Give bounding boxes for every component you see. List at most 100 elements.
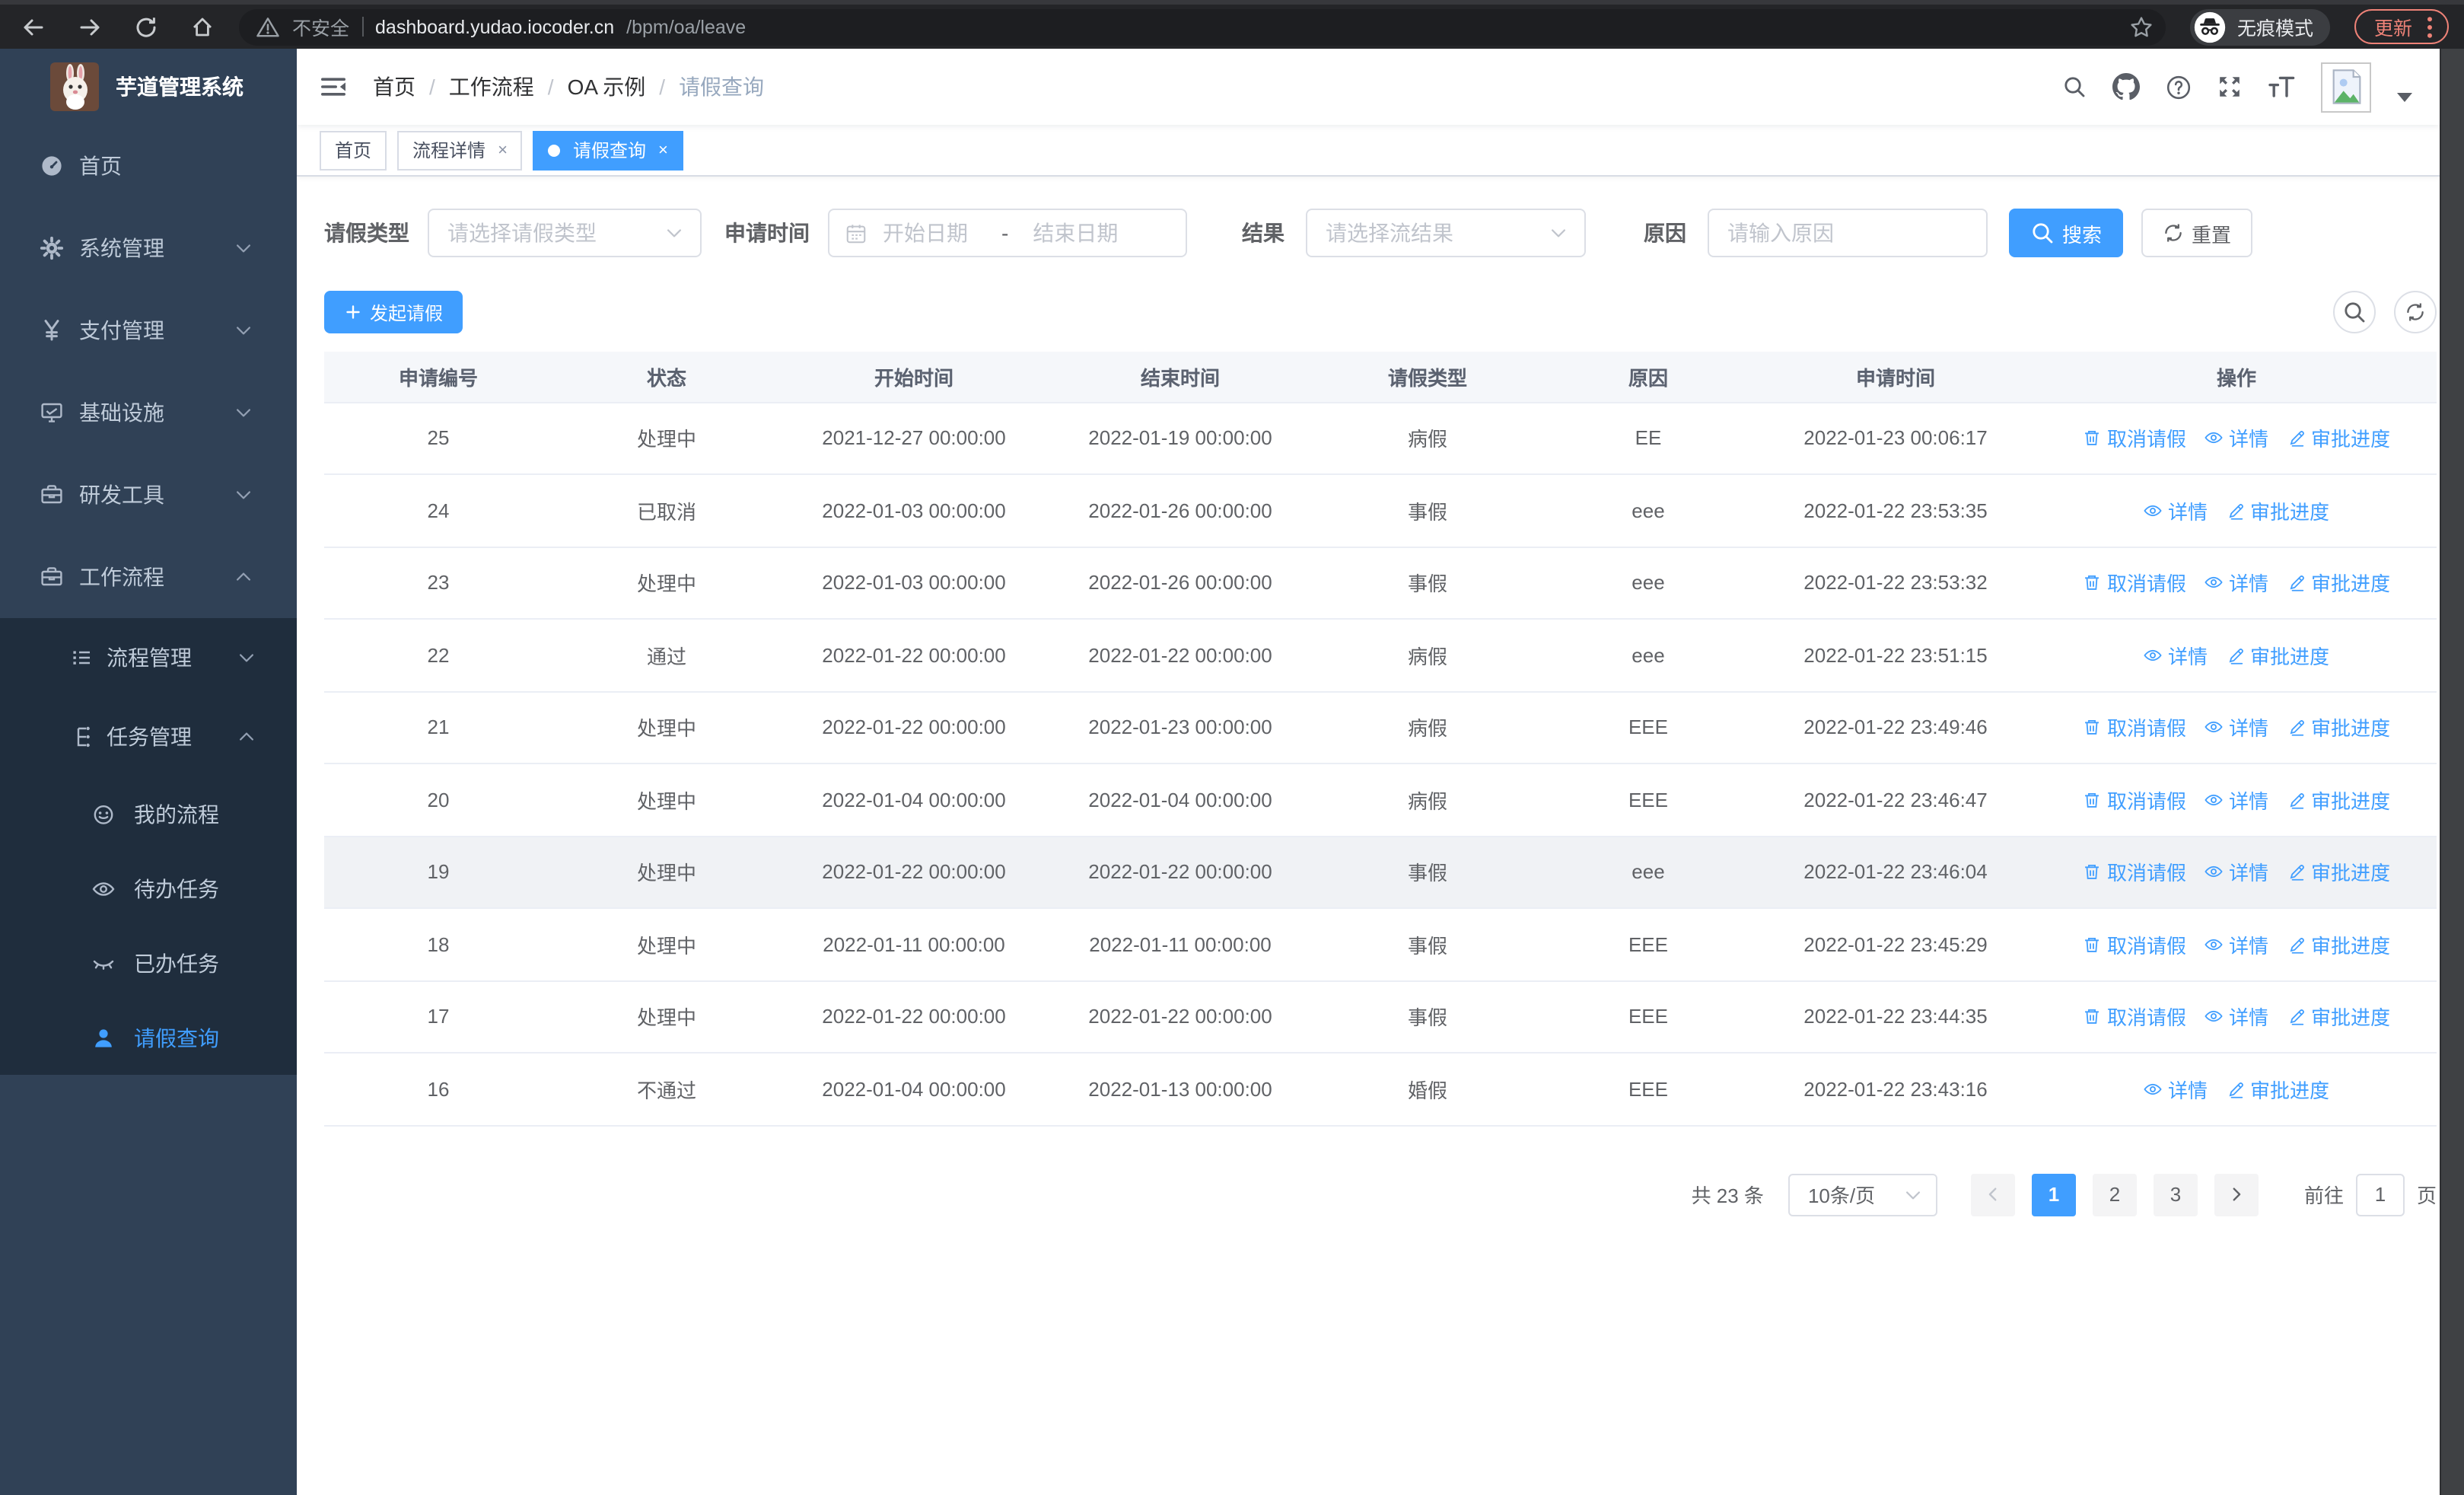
reason-input[interactable]: 请输入原因 [1708,209,1988,257]
progress-action-link[interactable]: 审批进度 [2226,496,2329,525]
cancel-action-link[interactable]: 取消请假 [2083,858,2186,887]
tab-请假查询[interactable]: 请假查询 × [533,130,683,170]
action-label: 详情 [2167,500,2208,524]
bookmark-star-icon[interactable] [2129,14,2154,39]
sidebar-item-10[interactable]: 待办任务 [0,851,297,926]
page-size-select[interactable]: 10条/页 [1788,1173,1937,1216]
cancel-action-link[interactable]: 取消请假 [2083,786,2186,814]
sidebar-item-9[interactable]: 我的流程 [0,776,297,851]
page-button-1[interactable]: 1 [2031,1173,2076,1216]
close-tab-icon[interactable]: × [658,141,668,159]
eye-icon [2205,429,2224,448]
avatar[interactable] [2321,62,2371,112]
progress-action-link[interactable]: 审批进度 [2226,641,2329,670]
progress-action-link[interactable]: 审批进度 [2226,1075,2329,1104]
browser-home-icon[interactable] [190,14,215,39]
detail-action-link[interactable]: 详情 [2205,1003,2268,1031]
table-row: 19 处理中 2022-01-22 00:00:00 2022-01-22 00:00… [324,836,2437,909]
progress-action-link[interactable]: 审批进度 [2287,858,2390,887]
detail-action-link[interactable]: 详情 [2144,1075,2208,1104]
detail-action-link[interactable]: 详情 [2205,858,2268,887]
page-scrollbar[interactable] [2440,49,2464,1495]
browser-reload-icon[interactable] [134,14,158,39]
page-button-3[interactable]: 3 [2153,1173,2198,1216]
progress-action-link[interactable]: 审批进度 [2287,786,2390,814]
next-page-button[interactable] [2214,1173,2259,1216]
action-label: 详情 [2228,717,2268,741]
cancel-action-link[interactable]: 取消请假 [2083,424,2186,453]
progress-action-link[interactable]: 审批进度 [2287,569,2390,598]
reset-button[interactable]: 重置 [2141,209,2253,257]
sidebar-item-12[interactable]: 请假查询 [0,1000,297,1075]
cancel-action-link[interactable]: 取消请假 [2083,569,2186,598]
table-cell: 处理中 [552,691,781,764]
create-leave-button[interactable]: 发起请假 [324,291,463,333]
header-search-icon[interactable] [2062,75,2087,99]
cancel-action-link[interactable]: 取消请假 [2083,1003,2186,1031]
close-tab-icon[interactable]: × [498,141,508,159]
sidebar-item-3[interactable]: 支付管理 [0,289,297,371]
user-menu-caret-icon[interactable] [2397,93,2412,102]
chevron-up-icon [234,726,259,748]
refresh-table-button[interactable] [2394,291,2437,333]
browser-menu-icon[interactable] [2426,14,2434,39]
fullscreen-icon[interactable] [2217,75,2242,99]
sidebar-item-7[interactable]: 流程管理 [0,618,297,697]
github-icon[interactable] [2112,73,2140,100]
cancel-action-link[interactable]: 取消请假 [2083,930,2186,959]
detail-action-link[interactable]: 详情 [2205,569,2268,598]
prev-page-button[interactable] [1970,1173,2015,1216]
breadcrumb-item[interactable]: 首页 [373,72,415,102]
breadcrumb-item[interactable]: 工作流程 [449,72,534,102]
goto-page-input[interactable]: 1 [2355,1173,2405,1216]
trash-icon [2083,1007,2103,1027]
sidebar-toggle-icon[interactable] [320,75,347,99]
detail-action-link[interactable]: 详情 [2205,424,2268,453]
progress-action-link[interactable]: 审批进度 [2287,1003,2390,1031]
sidebar-item-6[interactable]: 工作流程 [0,536,297,618]
sidebar-item-2[interactable]: 系统管理 [0,207,297,289]
browser-forward-icon[interactable] [78,14,102,39]
sidebar-item-8[interactable]: 任务管理 [0,697,297,776]
tab-label: 流程详情 [412,140,486,161]
progress-action-link[interactable]: 审批进度 [2287,930,2390,959]
table-cell: 2022-01-22 00:00:00 [781,836,1047,909]
table-cell: 2022-01-22 00:00:00 [1047,836,1313,909]
page-button-2[interactable]: 2 [2092,1173,2137,1216]
trash-icon [2083,573,2103,593]
detail-action-link[interactable]: 详情 [2205,713,2268,742]
browser-update-button[interactable]: 更新 [2354,9,2449,44]
chevron-down-icon [231,320,256,341]
table-cell: 处理中 [552,547,781,620]
detail-action-link[interactable]: 详情 [2144,496,2208,525]
progress-action-link[interactable]: 审批进度 [2287,424,2390,453]
tab-流程详情[interactable]: 流程详情 × [397,130,523,170]
table-cell-actions: 详情 审批进度 [2036,619,2437,692]
breadcrumb-item[interactable]: OA 示例 [568,72,646,102]
result-select[interactable]: 请选择流结果 [1306,209,1586,257]
sidebar-item-11[interactable]: 已办任务 [0,926,297,1000]
detail-action-link[interactable]: 详情 [2144,641,2208,670]
table-cell: 病假 [1313,691,1542,764]
total-count: 共 23 条 [1691,1184,1764,1207]
browser-back-icon[interactable] [21,14,46,39]
app-logo-row[interactable]: 芋道管理系统 [0,49,297,125]
detail-action-link[interactable]: 详情 [2205,930,2268,959]
sidebar-item-label: 我的流程 [134,802,219,826]
leave-type-select[interactable]: 请选择请假类型 [428,209,702,257]
toggle-search-button[interactable] [2333,291,2376,333]
font-size-icon[interactable] [2268,76,2295,97]
detail-action-link[interactable]: 详情 [2205,786,2268,814]
sidebar-item-5[interactable]: 研发工具 [0,454,297,536]
progress-action-link[interactable]: 审批进度 [2287,713,2390,742]
tab-首页[interactable]: 首页 [320,130,387,170]
help-icon[interactable] [2166,74,2192,100]
sidebar-item-4[interactable]: 基础设施 [0,371,297,454]
search-button[interactable]: 搜索 [2009,209,2124,257]
date-range-picker[interactable]: 开始日期 - 结束日期 [828,209,1187,257]
sidebar-item-label: 已办任务 [134,951,219,975]
cancel-action-link[interactable]: 取消请假 [2083,713,2186,742]
table-row: 25 处理中 2021-12-27 00:00:00 2022-01-19 00:00… [324,402,2437,475]
sidebar-item-1[interactable]: 首页 [0,125,297,207]
url-bar[interactable]: 不安全 dashboard.yudao.iocoder.cn /bpm/oa/l… [239,8,2166,45]
